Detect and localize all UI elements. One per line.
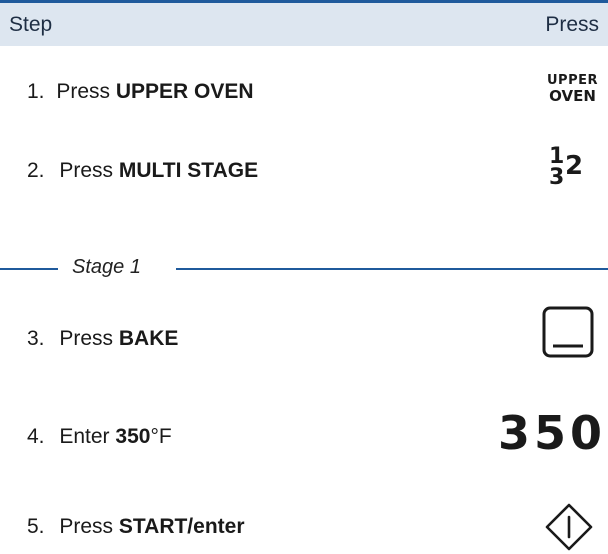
table-header: Step Press [0, 0, 608, 46]
step-key-name: START/enter [118, 515, 245, 538]
stage-divider-right [176, 268, 608, 270]
bake-icon[interactable] [542, 306, 594, 358]
step-prefix: Press [59, 159, 119, 182]
stage-divider-left [0, 268, 58, 270]
step-key-name: BAKE [118, 327, 179, 350]
upper-oven-key[interactable]: UPPER OVEN [547, 74, 598, 104]
step-number: 3. [27, 327, 45, 350]
step-number: 4. [27, 425, 45, 448]
stage-label: Stage 1 [72, 256, 141, 278]
start-icon[interactable] [543, 502, 595, 552]
step-prefix: Enter [59, 425, 116, 448]
upper-oven-key-line2: OVEN [549, 87, 596, 105]
step-row-5: 5. Press START/enter [0, 507, 608, 547]
temperature-display[interactable]: 350 [498, 406, 606, 460]
multi-stage-key[interactable]: 1 2 3 [547, 144, 587, 196]
step-key-name: 350 [115, 425, 151, 448]
step-text: 4. Enter 350°F [27, 425, 172, 449]
temperature-unit: °F [150, 425, 172, 448]
step-key-name: MULTI STAGE [118, 159, 259, 182]
step-prefix: Press [59, 327, 119, 350]
press-column-header: Press [545, 13, 599, 36]
step-row-1: 1. Press UPPER OVEN UPPER OVEN [0, 72, 608, 112]
step-key-name: UPPER OVEN [115, 80, 254, 103]
step-number: 2. [27, 159, 45, 182]
step-row-3: 3. Press BAKE [0, 319, 608, 359]
multi-stage-digit: 2 [565, 151, 584, 181]
step-text: 1. Press UPPER OVEN [27, 80, 254, 104]
step-prefix: Press [59, 515, 119, 538]
step-prefix: Press [56, 80, 116, 103]
step-text: 3. Press BAKE [27, 327, 178, 351]
step-column-header: Step [9, 13, 53, 36]
step-text: 5. Press START/enter [27, 515, 245, 539]
upper-oven-key-line1: UPPER [546, 73, 598, 88]
step-text: 2. Press MULTI STAGE [27, 159, 258, 183]
step-row-2: 2. Press MULTI STAGE 1 2 3 [0, 144, 608, 191]
multi-stage-digit: 3 [549, 165, 565, 190]
step-number: 5. [27, 515, 45, 538]
step-number: 1. [27, 80, 45, 103]
